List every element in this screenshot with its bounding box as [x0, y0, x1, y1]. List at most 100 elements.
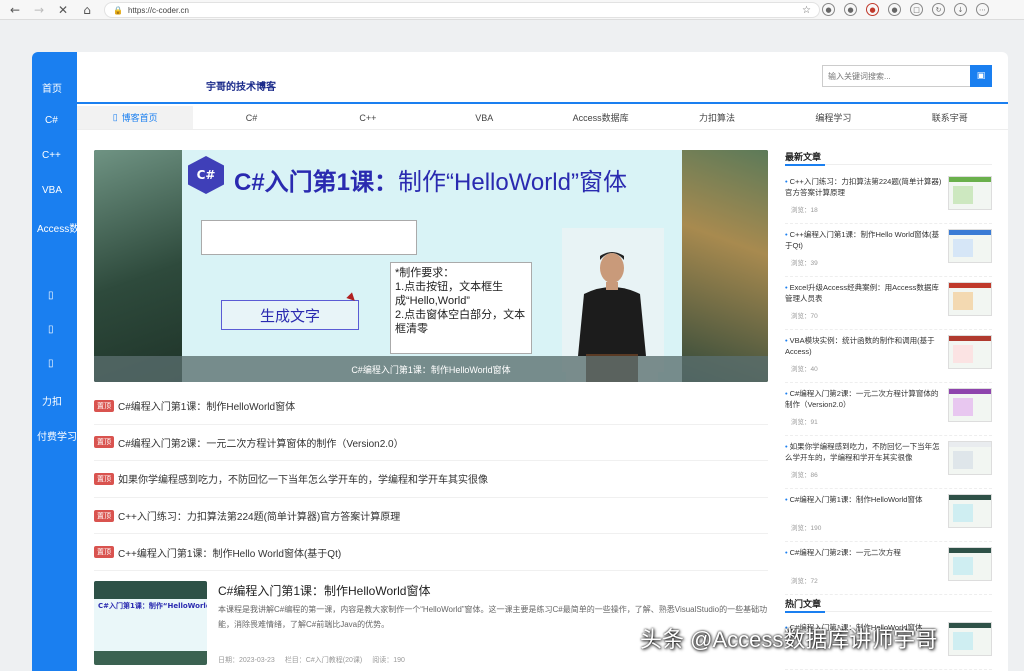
left-nav-leetcode[interactable]: 力扣 [32, 393, 92, 408]
list-item-title[interactable]: 如果你学编程感到吃力，不防回忆一下当年怎么学开车的，学编程和学开车其实很像 [118, 471, 488, 486]
left-nav-cpp[interactable]: C++ [32, 150, 92, 161]
sidebar-article-views: 浏览：86 [791, 472, 818, 479]
left-nav-icon-item[interactable]: ▯ [32, 358, 92, 369]
sidebar-article[interactable]: C++编程入门第1课：制作Hello World窗体(基于Qt) 浏览：39 [785, 225, 992, 277]
extension-icon[interactable]: ● [822, 3, 835, 16]
article-title[interactable]: C#编程入门第1课：制作HelloWorld窗体 [218, 582, 430, 599]
watermark: 头条 @Access数据库讲师宇哥 [640, 627, 938, 652]
sidebar-article-title[interactable]: Excel升级Access经典案例：用Access数据库管理人员表 [785, 282, 943, 304]
banner-title: C#入门第1课：制作“HelloWorld”窗体 [234, 162, 627, 197]
sidebar-article-thumb[interactable] [948, 229, 992, 263]
left-nav-paid[interactable]: 付费学习 [32, 428, 78, 443]
sidebar-article-views: 浏览：190 [791, 525, 822, 532]
sidebar-article-views: 浏览：91 [791, 419, 818, 426]
list-item[interactable]: 置顶 C++编程入门第1课：制作Hello World窗体(基于Qt) [94, 534, 768, 571]
sidebar-article-thumb[interactable] [948, 494, 992, 528]
extension-icon[interactable]: ● [866, 3, 879, 16]
tab-blog-home[interactable]: ▯ 博客首页 [77, 106, 194, 129]
tab-access[interactable]: Access数据库 [543, 106, 659, 129]
list-item-title[interactable]: C#编程入门第1课：制作HelloWorld窗体 [118, 398, 295, 413]
article-thumbnail[interactable]: C#入门第1课：制作“HelloWorld”窗体 [94, 581, 207, 665]
home-icon[interactable]: ⌂ [78, 1, 96, 19]
left-nav-icon-item[interactable]: ▯ [32, 290, 92, 301]
sidebar-article-views: 浏览：39 [791, 260, 818, 267]
tab-programming[interactable]: 编程学习 [775, 106, 891, 129]
sidebar-article-thumb[interactable] [948, 388, 992, 422]
sidebar-article-thumb[interactable] [948, 176, 992, 210]
left-nav-icon-item[interactable]: ▯ [32, 324, 92, 335]
sidebar-article-thumb[interactable] [948, 547, 992, 581]
site-title[interactable]: 宇哥的技术博客 [206, 78, 276, 93]
tab-contact[interactable]: 联系宇哥 [892, 106, 1008, 129]
close-icon[interactable]: ✕ [54, 1, 72, 19]
forward-icon[interactable]: → [30, 1, 48, 19]
tab-csharp[interactable]: C# [193, 106, 309, 129]
sidebar-article-title[interactable]: C++入门练习：力扣算法第224题(简单计算器)官方答案计算原理 [785, 176, 943, 198]
sidebar-article-views: 浏览：72 [791, 578, 818, 585]
list-item-title[interactable]: C++编程入门第1课：制作Hello World窗体(基于Qt) [118, 545, 341, 560]
sidebar-article-thumb[interactable] [948, 335, 992, 369]
search-button[interactable]: ▣ [970, 65, 992, 87]
thumb-forest-top [94, 581, 207, 599]
list-item[interactable]: 置顶 C#编程入门第1课：制作HelloWorld窗体 [94, 388, 768, 425]
download-icon[interactable]: ↓ [954, 3, 967, 16]
search-input[interactable] [822, 65, 972, 87]
url-text[interactable]: https://c-coder.cn [128, 6, 189, 15]
sidebar-article-title[interactable]: C#编程入门第1课：制作HelloWorld窗体 [785, 494, 943, 505]
list-item[interactable]: 置顶 C++入门练习：力扣算法第224题(简单计算器)官方答案计算原理 [94, 498, 768, 535]
list-item-title[interactable]: C#编程入门第2课：一元二次方程计算窗体的制作（Version2.0） [118, 435, 404, 450]
sidebar-article-thumb[interactable] [948, 441, 992, 475]
demo-textbox [201, 220, 417, 255]
sidebar-article-title[interactable]: C++编程入门第1课：制作Hello World窗体(基于Qt) [785, 229, 943, 251]
article-views: 阅读：190 [372, 657, 405, 664]
list-item-title[interactable]: C++入门练习：力扣算法第224题(简单计算器)官方答案计算原理 [118, 508, 400, 523]
search-icon: ▣ [976, 71, 986, 81]
list-item[interactable]: 置顶 如果你学编程感到吃力，不防回忆一下当年怎么学开车的，学编程和学开车其实很像 [94, 461, 768, 498]
requirements-box: *制作要求： 1.点击按钮，文本框生成“Hello,World” 2.点击窗体空… [390, 262, 532, 354]
csharp-logo-icon: C# [188, 156, 224, 194]
tab-vba[interactable]: VBA [426, 106, 542, 129]
header-divider [77, 102, 1008, 104]
sidebar-article[interactable]: C#编程入门第1课：制作HelloWorld窗体 浏览：190 [785, 490, 992, 542]
tab-cpp[interactable]: C++ [310, 106, 426, 129]
favorite-star-icon[interactable]: ☆ [802, 5, 811, 16]
more-icon[interactable]: ⋯ [976, 3, 989, 16]
sidebar-article-thumb[interactable] [948, 622, 992, 656]
sidebar-article-title[interactable]: C#编程入门第2课：一元二次方程 [785, 547, 943, 558]
left-nav-vba[interactable]: VBA [32, 185, 92, 196]
main-tabs: ▯ 博客首页 C# C++ VBA Access数据库 力扣算法 编程学习 联系宇… [77, 106, 1008, 130]
tab-leetcode[interactable]: 力扣算法 [659, 106, 775, 129]
history-icon[interactable]: ↻ [932, 3, 945, 16]
article-column[interactable]: 栏目：C#入门教程(20课) [285, 655, 362, 665]
collections-icon[interactable]: □ [910, 3, 923, 16]
extension-icon[interactable]: ● [844, 3, 857, 16]
sidebar-article[interactable]: 如果你学编程感到吃力，不防回忆一下当年怎么学开车的，学编程和学开车其实很像 浏览… [785, 437, 992, 489]
sidebar-article-title[interactable]: VBA模块实例：统计函数的制作和调用(基于Access) [785, 335, 943, 357]
home-icon: ▯ [112, 112, 118, 122]
back-icon[interactable]: ← [6, 1, 24, 19]
left-nav-access[interactable]: Access数据库 [32, 220, 78, 235]
list-item[interactable]: 置顶 C#编程入门第2课：一元二次方程计算窗体的制作（Version2.0） [94, 425, 768, 462]
banner-content: C# C#入门第1课：制作“HelloWorld”窗体 生成文字 *制作要求： … [182, 150, 682, 382]
sidebar-article[interactable]: Excel升级Access经典案例：用Access数据库管理人员表 浏览：70 [785, 278, 992, 330]
sidebar-article[interactable]: C++入门练习：力扣算法第224题(简单计算器)官方答案计算原理 浏览：18 [785, 172, 992, 224]
sidebar-article[interactable]: C#编程入门第2课：一元二次方程 浏览：72 [785, 543, 992, 595]
sidebar-article-views: 浏览：18 [791, 207, 818, 214]
pinned-badge: 置顶 [94, 399, 114, 412]
pinned-badge: 置顶 [94, 472, 114, 485]
sidebar-article[interactable]: VBA模块实例：统计函数的制作和调用(基于Access) 浏览：40 [785, 331, 992, 383]
left-nav-home[interactable]: 首页 [32, 80, 92, 95]
left-nav: 首页 C# C++ VBA Access数据库 ▯ ▯ ▯ 力扣 付费学习 [32, 52, 78, 671]
banner-caption[interactable]: C#编程入门第1课：制作HelloWorld窗体 [94, 356, 768, 382]
article-date: 日期：2023-03-23 [218, 657, 275, 664]
sidebar-article[interactable]: C#编程入门第2课：一元二次方程计算窗体的制作（Version2.0） 浏览：9… [785, 384, 992, 436]
address-bar[interactable]: 🔒 https://c-coder.cn ☆ [104, 2, 820, 18]
extension-icon[interactable]: ● [888, 3, 901, 16]
pinned-badge: 置顶 [94, 436, 114, 449]
lock-icon[interactable]: 🔒 [113, 6, 123, 15]
banner-slide[interactable]: C# C#入门第1课：制作“HelloWorld”窗体 生成文字 *制作要求： … [94, 150, 768, 382]
sidebar-article-title[interactable]: C#编程入门第2课：一元二次方程计算窗体的制作（Version2.0） [785, 388, 943, 410]
sidebar-article-title[interactable]: 如果你学编程感到吃力，不防回忆一下当年怎么学开车的，学编程和学开车其实很像 [785, 441, 943, 463]
sidebar-article-views: 浏览：40 [791, 366, 818, 373]
sidebar-article-thumb[interactable] [948, 282, 992, 316]
